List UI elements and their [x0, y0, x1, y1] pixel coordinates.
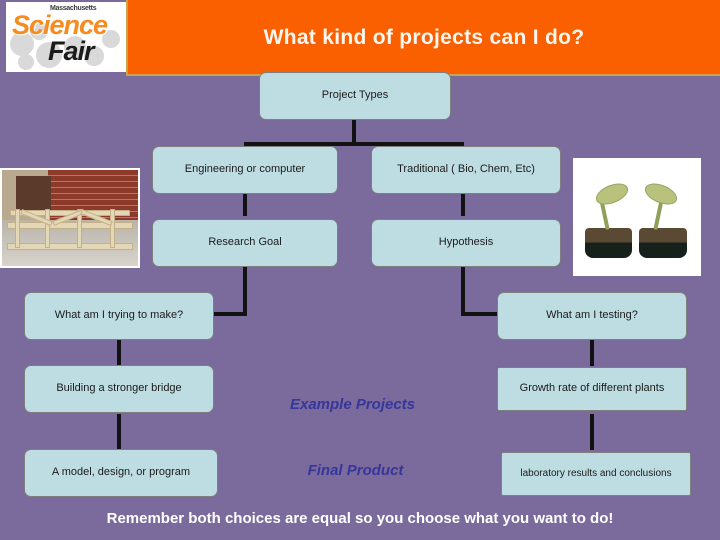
node-what-am-i-trying-to-make[interactable]: What am I trying to make?: [24, 292, 214, 340]
connector-traditional-to-hypothesis: [461, 192, 465, 216]
slide-canvas: What kind of projects can I do? Massachu…: [0, 0, 720, 540]
seedlings-photo: [573, 158, 701, 276]
connector-research-elbow-vertical: [243, 266, 247, 316]
node-project-types[interactable]: Project Types: [259, 72, 451, 120]
node-engineering-or-computer-label: Engineering or computer: [184, 163, 306, 176]
node-what-am-i-trying-to-make-label: What am I trying to make?: [54, 309, 184, 322]
page-title: What kind of projects can I do?: [263, 26, 585, 49]
label-final-product: Final Product: [307, 462, 404, 479]
connector-make-to-bridge: [117, 338, 121, 366]
connector-hypothesis-elbow-horizontal: [461, 312, 499, 316]
node-building-a-stronger-bridge[interactable]: Building a stronger bridge: [24, 365, 214, 413]
connector-research-elbow-horizontal: [213, 312, 247, 316]
node-growth-rate-of-plants[interactable]: Growth rate of different plants: [497, 367, 687, 411]
node-research-goal[interactable]: Research Goal: [152, 219, 338, 267]
node-building-a-stronger-bridge-label: Building a stronger bridge: [56, 382, 182, 395]
node-hypothesis-label: Hypothesis: [438, 236, 494, 249]
node-project-types-label: Project Types: [321, 89, 389, 102]
footer-note: Remember both choices are equal so you c…: [106, 510, 614, 527]
node-a-model-design-or-program-label: A model, design, or program: [51, 466, 191, 479]
node-what-am-i-testing-label: What am I testing?: [546, 309, 638, 322]
node-traditional-label: Traditional ( Bio, Chem, Etc): [397, 163, 535, 176]
connector-hypothesis-elbow-vertical: [461, 266, 465, 316]
science-fair-logo: Massachusetts Science Fair: [6, 2, 126, 72]
connector-testing-to-growth: [590, 338, 594, 366]
node-a-model-design-or-program[interactable]: A model, design, or program: [24, 449, 218, 497]
label-example-projects: Example Projects: [289, 396, 416, 413]
node-engineering-or-computer[interactable]: Engineering or computer: [152, 146, 338, 194]
node-growth-rate-of-plants-label: Growth rate of different plants: [519, 382, 665, 395]
node-traditional[interactable]: Traditional ( Bio, Chem, Etc): [371, 146, 561, 194]
node-what-am-i-testing[interactable]: What am I testing?: [497, 292, 687, 340]
connector-growth-to-lab: [590, 414, 594, 450]
connector-bridge-to-model: [117, 414, 121, 450]
bridge-photo: [0, 168, 140, 268]
node-lab-results-and-conclusions[interactable]: laboratory results and conclusions: [501, 452, 691, 496]
node-lab-results-and-conclusions-label: laboratory results and conclusions: [520, 468, 672, 479]
connector-engineering-to-research: [243, 192, 247, 216]
node-hypothesis[interactable]: Hypothesis: [371, 219, 561, 267]
logo-fair-text: Fair: [48, 36, 95, 66]
node-research-goal-label: Research Goal: [208, 236, 282, 249]
header-bar: What kind of projects can I do?: [126, 0, 720, 76]
